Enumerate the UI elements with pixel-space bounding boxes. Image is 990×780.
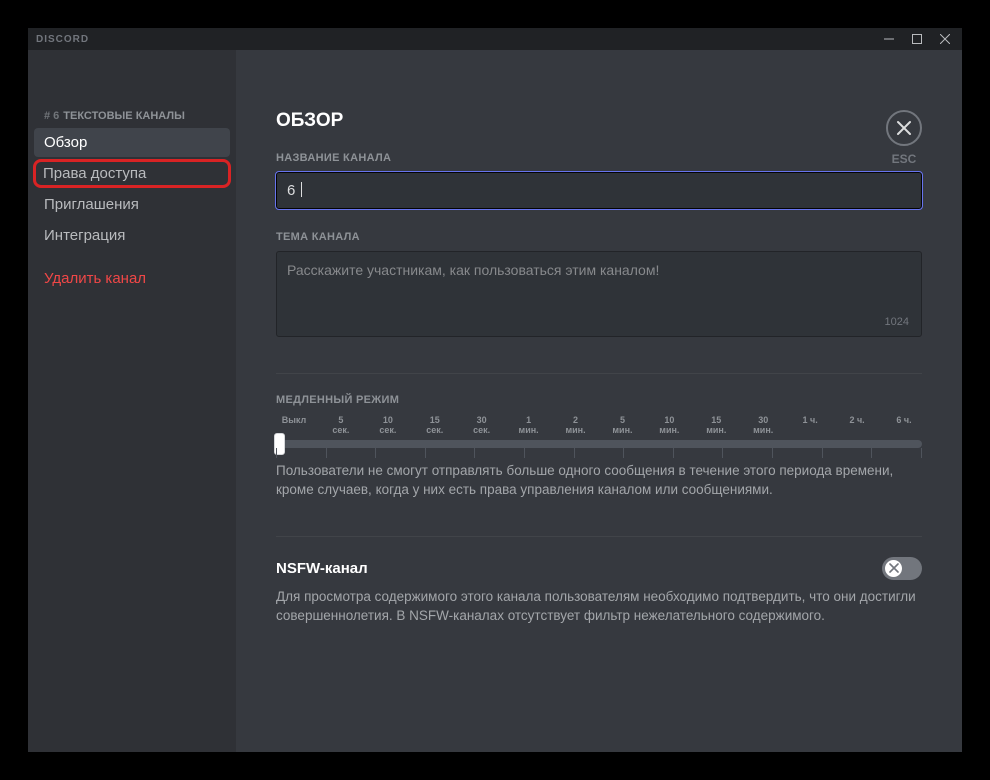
tick-label: 10 мин.: [651, 416, 687, 436]
channel-name-block: НАЗВАНИЕ КАНАЛА 6: [276, 152, 922, 209]
sidebar-item-permissions[interactable]: Права доступа: [33, 159, 231, 188]
sidebar-item-label: Удалить канал: [44, 270, 146, 287]
titlebar: DISCORD: [28, 28, 962, 50]
tick-label: 1 мин.: [511, 416, 547, 436]
maximize-button[interactable]: [904, 29, 930, 49]
channel-name-input[interactable]: 6: [276, 172, 922, 209]
nsfw-toggle[interactable]: [882, 557, 922, 580]
nsfw-block: NSFW-канал Для просмотра содержимого это…: [276, 557, 922, 626]
tick-label: 15 сек.: [417, 416, 453, 436]
app-window: DISCORD # 6 ТЕКСТОВЫЕ КАНАЛЫ Обзор Права…: [28, 28, 962, 752]
page-title: ОБЗОР: [276, 110, 922, 132]
tick-label: 30 сек.: [464, 416, 500, 436]
tick-label: 6 ч.: [886, 416, 922, 436]
minimize-button[interactable]: [876, 29, 902, 49]
hash-icon: # 6: [44, 110, 59, 122]
app-brand: DISCORD: [36, 34, 89, 45]
channel-topic-input[interactable]: Расскажите участникам, как пользоваться …: [276, 251, 922, 337]
tick-marks: [276, 448, 922, 458]
tick-label: 15 мин.: [698, 416, 734, 436]
slowmode-label: МЕДЛЕННЫЙ РЕЖИМ: [276, 394, 399, 406]
sidebar-item-overview[interactable]: Обзор: [34, 128, 230, 157]
sidebar-item-label: Обзор: [44, 134, 87, 151]
tick-label: 10 сек.: [370, 416, 406, 436]
divider: [276, 536, 922, 537]
nsfw-title: NSFW-канал: [276, 560, 368, 577]
slowmode-help: Пользователи не смогут отправлять больше…: [276, 462, 922, 500]
content-area: # 6 ТЕКСТОВЫЕ КАНАЛЫ Обзор Права доступа…: [28, 50, 962, 752]
sidebar-item-delete-channel[interactable]: Удалить канал: [34, 264, 230, 293]
slider-track: [276, 440, 922, 448]
sidebar-header-label: ТЕКСТОВЫЕ КАНАЛЫ: [63, 110, 185, 122]
divider: [276, 373, 922, 374]
channel-name-value: 6: [287, 182, 295, 199]
channel-topic-placeholder: Расскажите участникам, как пользоваться …: [287, 262, 659, 278]
esc-label: ESC: [892, 152, 917, 166]
channel-topic-block: ТЕМА КАНАЛА Расскажите участникам, как п…: [276, 231, 922, 337]
slider-ticks: Выкл 5 сек. 10 сек. 15 сек. 30 сек. 1 ми…: [276, 416, 922, 436]
tick-label: 30 мин.: [745, 416, 781, 436]
tick-label: 2 ч.: [839, 416, 875, 436]
nsfw-help: Для просмотра содержимого этого канала п…: [276, 588, 922, 626]
slowmode-block: МЕДЛЕННЫЙ РЕЖИМ Выкл 5 сек. 10 сек. 15 с…: [276, 394, 922, 500]
settings-sidebar: # 6 ТЕКСТОВЫЕ КАНАЛЫ Обзор Права доступа…: [28, 50, 236, 752]
tick-label: 5 мин.: [604, 416, 640, 436]
sidebar-item-label: Интеграция: [44, 227, 125, 244]
slowmode-slider[interactable]: Выкл 5 сек. 10 сек. 15 сек. 30 сек. 1 ми…: [276, 416, 922, 448]
tick-label: 1 ч.: [792, 416, 828, 436]
channel-topic-label: ТЕМА КАНАЛА: [276, 231, 922, 243]
channel-name-label: НАЗВАНИЕ КАНАЛА: [276, 152, 922, 164]
sidebar-item-label: Права доступа: [43, 165, 146, 182]
close-settings-button[interactable]: ESC: [886, 110, 922, 166]
sidebar-item-label: Приглашения: [44, 196, 139, 213]
sidebar-header: # 6 ТЕКСТОВЫЕ КАНАЛЫ: [34, 110, 230, 128]
sidebar-item-integrations[interactable]: Интеграция: [34, 221, 230, 250]
close-window-button[interactable]: [932, 29, 958, 49]
char-counter: 1024: [885, 316, 909, 328]
tick-label: 5 сек.: [323, 416, 359, 436]
toggle-knob: [885, 560, 902, 577]
window-controls: [876, 29, 958, 49]
tick-label: 2 мин.: [558, 416, 594, 436]
main-panel: ОБЗОР НАЗВАНИЕ КАНАЛА 6 ТЕМА КАНАЛА Расс…: [236, 50, 962, 752]
close-icon: [886, 110, 922, 146]
sidebar-item-invites[interactable]: Приглашения: [34, 190, 230, 219]
